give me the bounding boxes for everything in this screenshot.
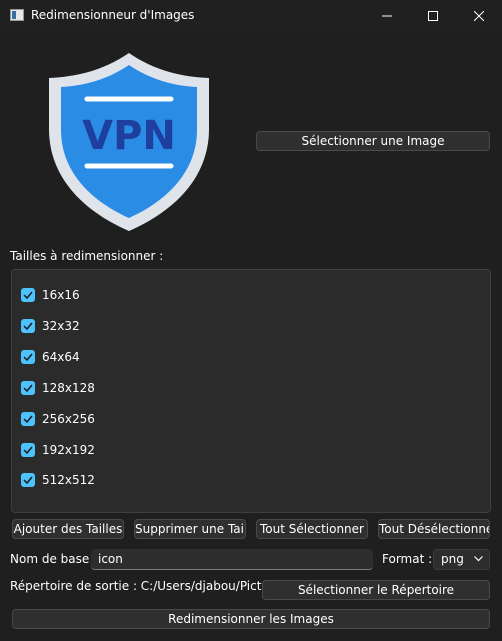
checkmark-icon — [23, 291, 33, 299]
window-title: Redimensionneur d'Images — [31, 8, 195, 22]
app-icon — [10, 9, 24, 21]
size-label: 512x512 — [42, 473, 95, 487]
title-bar: Redimensionneur d'Images — [0, 0, 502, 31]
checkbox-checked[interactable] — [21, 412, 35, 426]
checkmark-icon — [23, 322, 33, 330]
size-item[interactable]: 128x128 — [21, 380, 95, 396]
select-all-button[interactable]: Tout Sélectionner — [256, 519, 368, 539]
size-item[interactable]: 256x256 — [21, 411, 95, 427]
remove-size-button[interactable]: Supprimer une Taille — [134, 519, 246, 539]
checkbox-checked[interactable] — [21, 288, 35, 302]
sizes-label: Tailles à redimensionner : — [10, 249, 164, 263]
size-label: 128x128 — [42, 381, 95, 395]
base-name-label: Nom de base : — [10, 552, 98, 566]
size-label: 32x32 — [42, 319, 80, 333]
maximize-button[interactable] — [410, 0, 456, 31]
size-item[interactable]: 192x192 — [21, 442, 95, 458]
select-directory-button[interactable]: Sélectionner le Répertoire — [262, 580, 490, 600]
checkbox-checked[interactable] — [21, 443, 35, 457]
format-label: Format : — [382, 552, 433, 566]
size-item[interactable]: 16x16 — [21, 287, 80, 303]
size-item[interactable]: 32x32 — [21, 318, 80, 334]
checkbox-checked[interactable] — [21, 319, 35, 333]
minimize-icon — [382, 15, 392, 16]
deselect-all-button[interactable]: Tout Désélectionner — [378, 519, 490, 539]
vpn-shield-logo: VPN — [49, 53, 209, 231]
checkbox-checked[interactable] — [21, 350, 35, 364]
main-window: VPN Sélectionner une Image Tailles à red… — [0, 31, 502, 641]
size-item[interactable]: 64x64 — [21, 349, 80, 365]
format-value: png — [441, 552, 464, 566]
checkmark-icon — [23, 415, 33, 423]
base-name-input[interactable]: icon — [91, 549, 373, 570]
add-sizes-button[interactable]: Ajouter des Tailles — [12, 519, 124, 539]
output-directory-label: Répertoire de sortie : C:/Users/djabou/P… — [10, 579, 288, 593]
format-select[interactable]: png — [433, 549, 490, 570]
vpn-logo-text: VPN — [82, 113, 176, 159]
chevron-down-icon — [474, 556, 483, 562]
sizes-list[interactable]: 16x16 32x32 64x64 128x128 256x256 192x19… — [11, 269, 491, 513]
close-icon — [474, 10, 484, 21]
close-button[interactable] — [456, 0, 502, 31]
size-label: 16x16 — [42, 288, 80, 302]
checkmark-icon — [23, 353, 33, 361]
size-item[interactable]: 512x512 — [21, 472, 95, 488]
maximize-icon — [428, 10, 438, 21]
minimize-button[interactable] — [364, 0, 410, 31]
resize-images-button[interactable]: Redimensionner les Images — [12, 609, 490, 629]
checkmark-icon — [23, 384, 33, 392]
size-label: 256x256 — [42, 412, 95, 426]
size-label: 192x192 — [42, 443, 95, 457]
checkmark-icon — [23, 476, 33, 484]
select-image-button[interactable]: Sélectionner une Image — [256, 131, 490, 151]
checkmark-icon — [23, 446, 33, 454]
checkbox-checked[interactable] — [21, 381, 35, 395]
checkbox-checked[interactable] — [21, 473, 35, 487]
size-label: 64x64 — [42, 350, 80, 364]
